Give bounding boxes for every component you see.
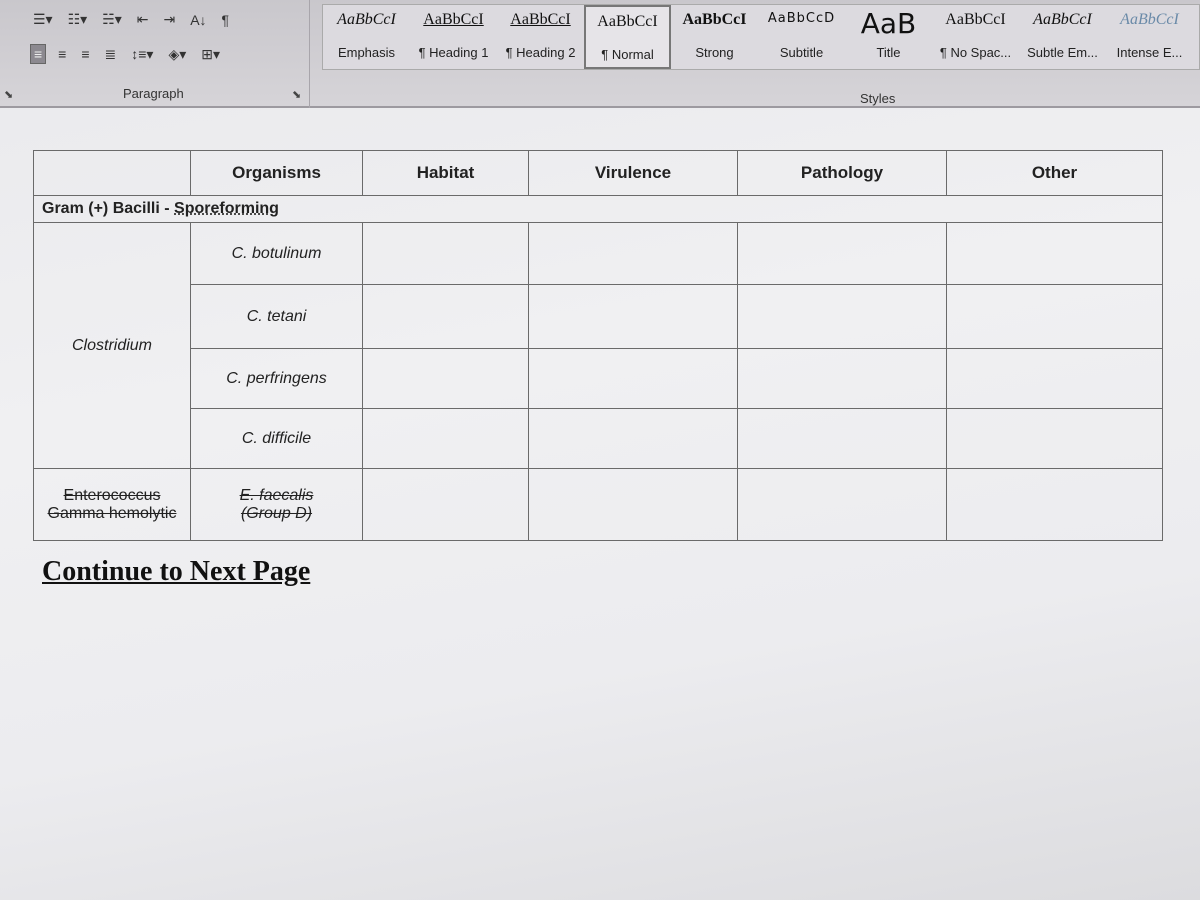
style-preview: AaBbCcD: [767, 11, 836, 26]
empty-cell[interactable]: [946, 222, 1163, 285]
decrease-indent-icon[interactable]: ⇤: [134, 10, 152, 29]
style-7[interactable]: AaBbCcI ¶ No Spac...: [932, 5, 1019, 69]
style-preview: AaBbCcI: [1120, 11, 1179, 28]
empty-cell[interactable]: [946, 348, 1163, 409]
empty-cell[interactable]: [946, 468, 1163, 541]
style-name: Intense E...: [1116, 45, 1183, 60]
table-row: C. tetani: [34, 284, 1163, 349]
align-left-icon[interactable]: ≡: [30, 44, 47, 64]
style-preview: AaBbCcI: [1033, 11, 1092, 28]
style-preview: AaB: [860, 11, 917, 39]
style-8[interactable]: AaBbCcI Subtle Em...: [1019, 5, 1106, 69]
empty-cell[interactable]: [528, 468, 738, 541]
group-cell-struck[interactable]: Enterococcus Gamma hemolytic: [33, 468, 191, 541]
style-3[interactable]: AaBbCcI ¶ Normal: [584, 5, 671, 69]
style-name: Strong: [695, 45, 734, 60]
multilevel-list-icon[interactable]: ☵▾: [99, 10, 125, 29]
show-formatting-icon[interactable]: ¶: [219, 11, 233, 29]
bullets-icon[interactable]: ☰▾: [30, 10, 56, 29]
table-row-struck: Enterococcus Gamma hemolytic E. faecalis(…: [33, 468, 1163, 541]
header-other[interactable]: Other: [946, 150, 1163, 196]
continue-text: Continue to Next Page: [42, 556, 311, 587]
font-dialog-launcher-icon[interactable]: ⬊: [4, 88, 13, 101]
header-habitat[interactable]: Habitat: [362, 150, 529, 196]
style-1[interactable]: AaBbCcI ¶ Heading 1: [410, 5, 497, 69]
style-9[interactable]: AaBbCcI Intense E...: [1106, 5, 1193, 69]
style-preview: AaBbCcI: [945, 11, 1006, 28]
empty-cell[interactable]: [737, 222, 947, 285]
empty-cell[interactable]: [946, 408, 1163, 469]
header-pathology[interactable]: Pathology: [737, 150, 947, 196]
empty-cell[interactable]: [737, 284, 947, 349]
empty-cell[interactable]: [528, 222, 738, 285]
table-row: Clostridium C. botulinum: [33, 222, 1163, 469]
organism-cell[interactable]: C. perfringens: [190, 348, 363, 409]
style-0[interactable]: AaBbCcI Emphasis: [323, 5, 410, 69]
empty-cell[interactable]: [362, 348, 529, 409]
align-center-icon[interactable]: ≡: [55, 45, 69, 63]
style-name: ¶ Normal: [601, 47, 654, 62]
empty-cell[interactable]: [737, 348, 947, 409]
sort-icon[interactable]: A↓: [187, 11, 209, 29]
table-row: C. difficile: [34, 408, 1163, 469]
section-row: Gram (+) Bacilli - Sporeforming: [33, 195, 1163, 223]
style-preview: AaBbCcI: [337, 11, 396, 28]
empty-cell[interactable]: [528, 348, 738, 409]
header-organisms[interactable]: Organisms: [190, 150, 363, 196]
style-name: ¶ Heading 2: [505, 45, 576, 60]
style-preview: AaBbCcI: [682, 11, 747, 28]
header-row: Organisms Habitat Virulence Pathology Ot…: [33, 150, 1163, 196]
style-4[interactable]: AaBbCcI Strong: [671, 5, 758, 69]
line-spacing-icon[interactable]: ↕≡▾: [128, 45, 156, 64]
table-row: C. perfringens: [34, 348, 1163, 409]
header-virulence[interactable]: Virulence: [528, 150, 738, 196]
style-preview: AaBbCcI: [423, 11, 484, 28]
style-name: Title: [876, 45, 901, 60]
organism-cell[interactable]: C. tetani: [190, 284, 363, 349]
style-name: Subtle Em...: [1027, 45, 1098, 60]
header-cell[interactable]: [33, 150, 191, 196]
paragraph-group-label: Paragraph: [123, 86, 184, 101]
style-5[interactable]: AaBbCcD Subtitle: [758, 5, 845, 69]
styles-gallery: AaBbCcI Emphasis AaBbCcI ¶ Heading 1 AaBbCcI…: [322, 4, 1200, 70]
section-heading[interactable]: Gram (+) Bacilli - Sporeforming: [33, 195, 1163, 223]
empty-cell[interactable]: [362, 222, 529, 285]
shading-icon[interactable]: ◈▾: [165, 45, 189, 64]
align-right-icon[interactable]: ≡: [78, 45, 92, 63]
increase-indent-icon[interactable]: ⇥: [160, 10, 178, 29]
style-preview: AaBbCcI: [510, 11, 571, 28]
empty-cell[interactable]: [362, 408, 529, 469]
paragraph-toolbar-row-2: ≡ ≡ ≡ ≣ ↕≡▾ ◈▾ ⊞▾: [30, 44, 223, 64]
empty-cell[interactable]: [946, 284, 1163, 349]
style-6[interactable]: AaB Title: [845, 5, 932, 69]
borders-icon[interactable]: ⊞▾: [198, 45, 223, 64]
group-cell[interactable]: Clostridium: [33, 222, 191, 469]
ribbon: ☰▾ ☷▾ ☵▾ ⇤ ⇥ A↓ ¶ ≡ ≡ ≡ ≣ ↕≡▾ ◈▾ ⊞▾ Para…: [0, 0, 1200, 108]
empty-cell[interactable]: [737, 468, 947, 541]
paragraph-toolbar-row-1: ☰▾ ☷▾ ☵▾ ⇤ ⇥ A↓ ¶: [30, 10, 232, 29]
style-name: ¶ Heading 1: [418, 45, 489, 60]
empty-cell[interactable]: [528, 284, 738, 349]
style-name: ¶ No Spac...: [939, 45, 1012, 60]
organism-cell[interactable]: C. difficile: [190, 408, 363, 469]
justify-icon[interactable]: ≣: [102, 45, 120, 64]
style-2[interactable]: AaBbCcI ¶ Heading 2: [497, 5, 584, 69]
style-name: Emphasis: [337, 45, 396, 60]
numbering-icon[interactable]: ☷▾: [65, 10, 91, 29]
paragraph-group: ☰▾ ☷▾ ☵▾ ⇤ ⇥ A↓ ¶ ≡ ≡ ≡ ≣ ↕≡▾ ◈▾ ⊞▾ Para…: [20, 0, 310, 108]
empty-cell[interactable]: [737, 408, 947, 469]
empty-cell[interactable]: [362, 468, 529, 541]
organism-cell[interactable]: C. botulinum: [190, 222, 363, 285]
styles-group-label: Styles: [860, 91, 896, 106]
organism-cell-struck[interactable]: E. faecalis (Group D): [190, 468, 363, 541]
empty-cell[interactable]: [528, 408, 738, 469]
style-name: Subtitle: [779, 45, 824, 60]
document-table: Organisms Habitat Virulence Pathology Ot…: [33, 150, 1163, 541]
empty-cell[interactable]: [362, 284, 529, 349]
style-preview: AaBbCcI: [597, 13, 658, 30]
paragraph-dialog-launcher-icon[interactable]: ⬊: [292, 88, 301, 101]
